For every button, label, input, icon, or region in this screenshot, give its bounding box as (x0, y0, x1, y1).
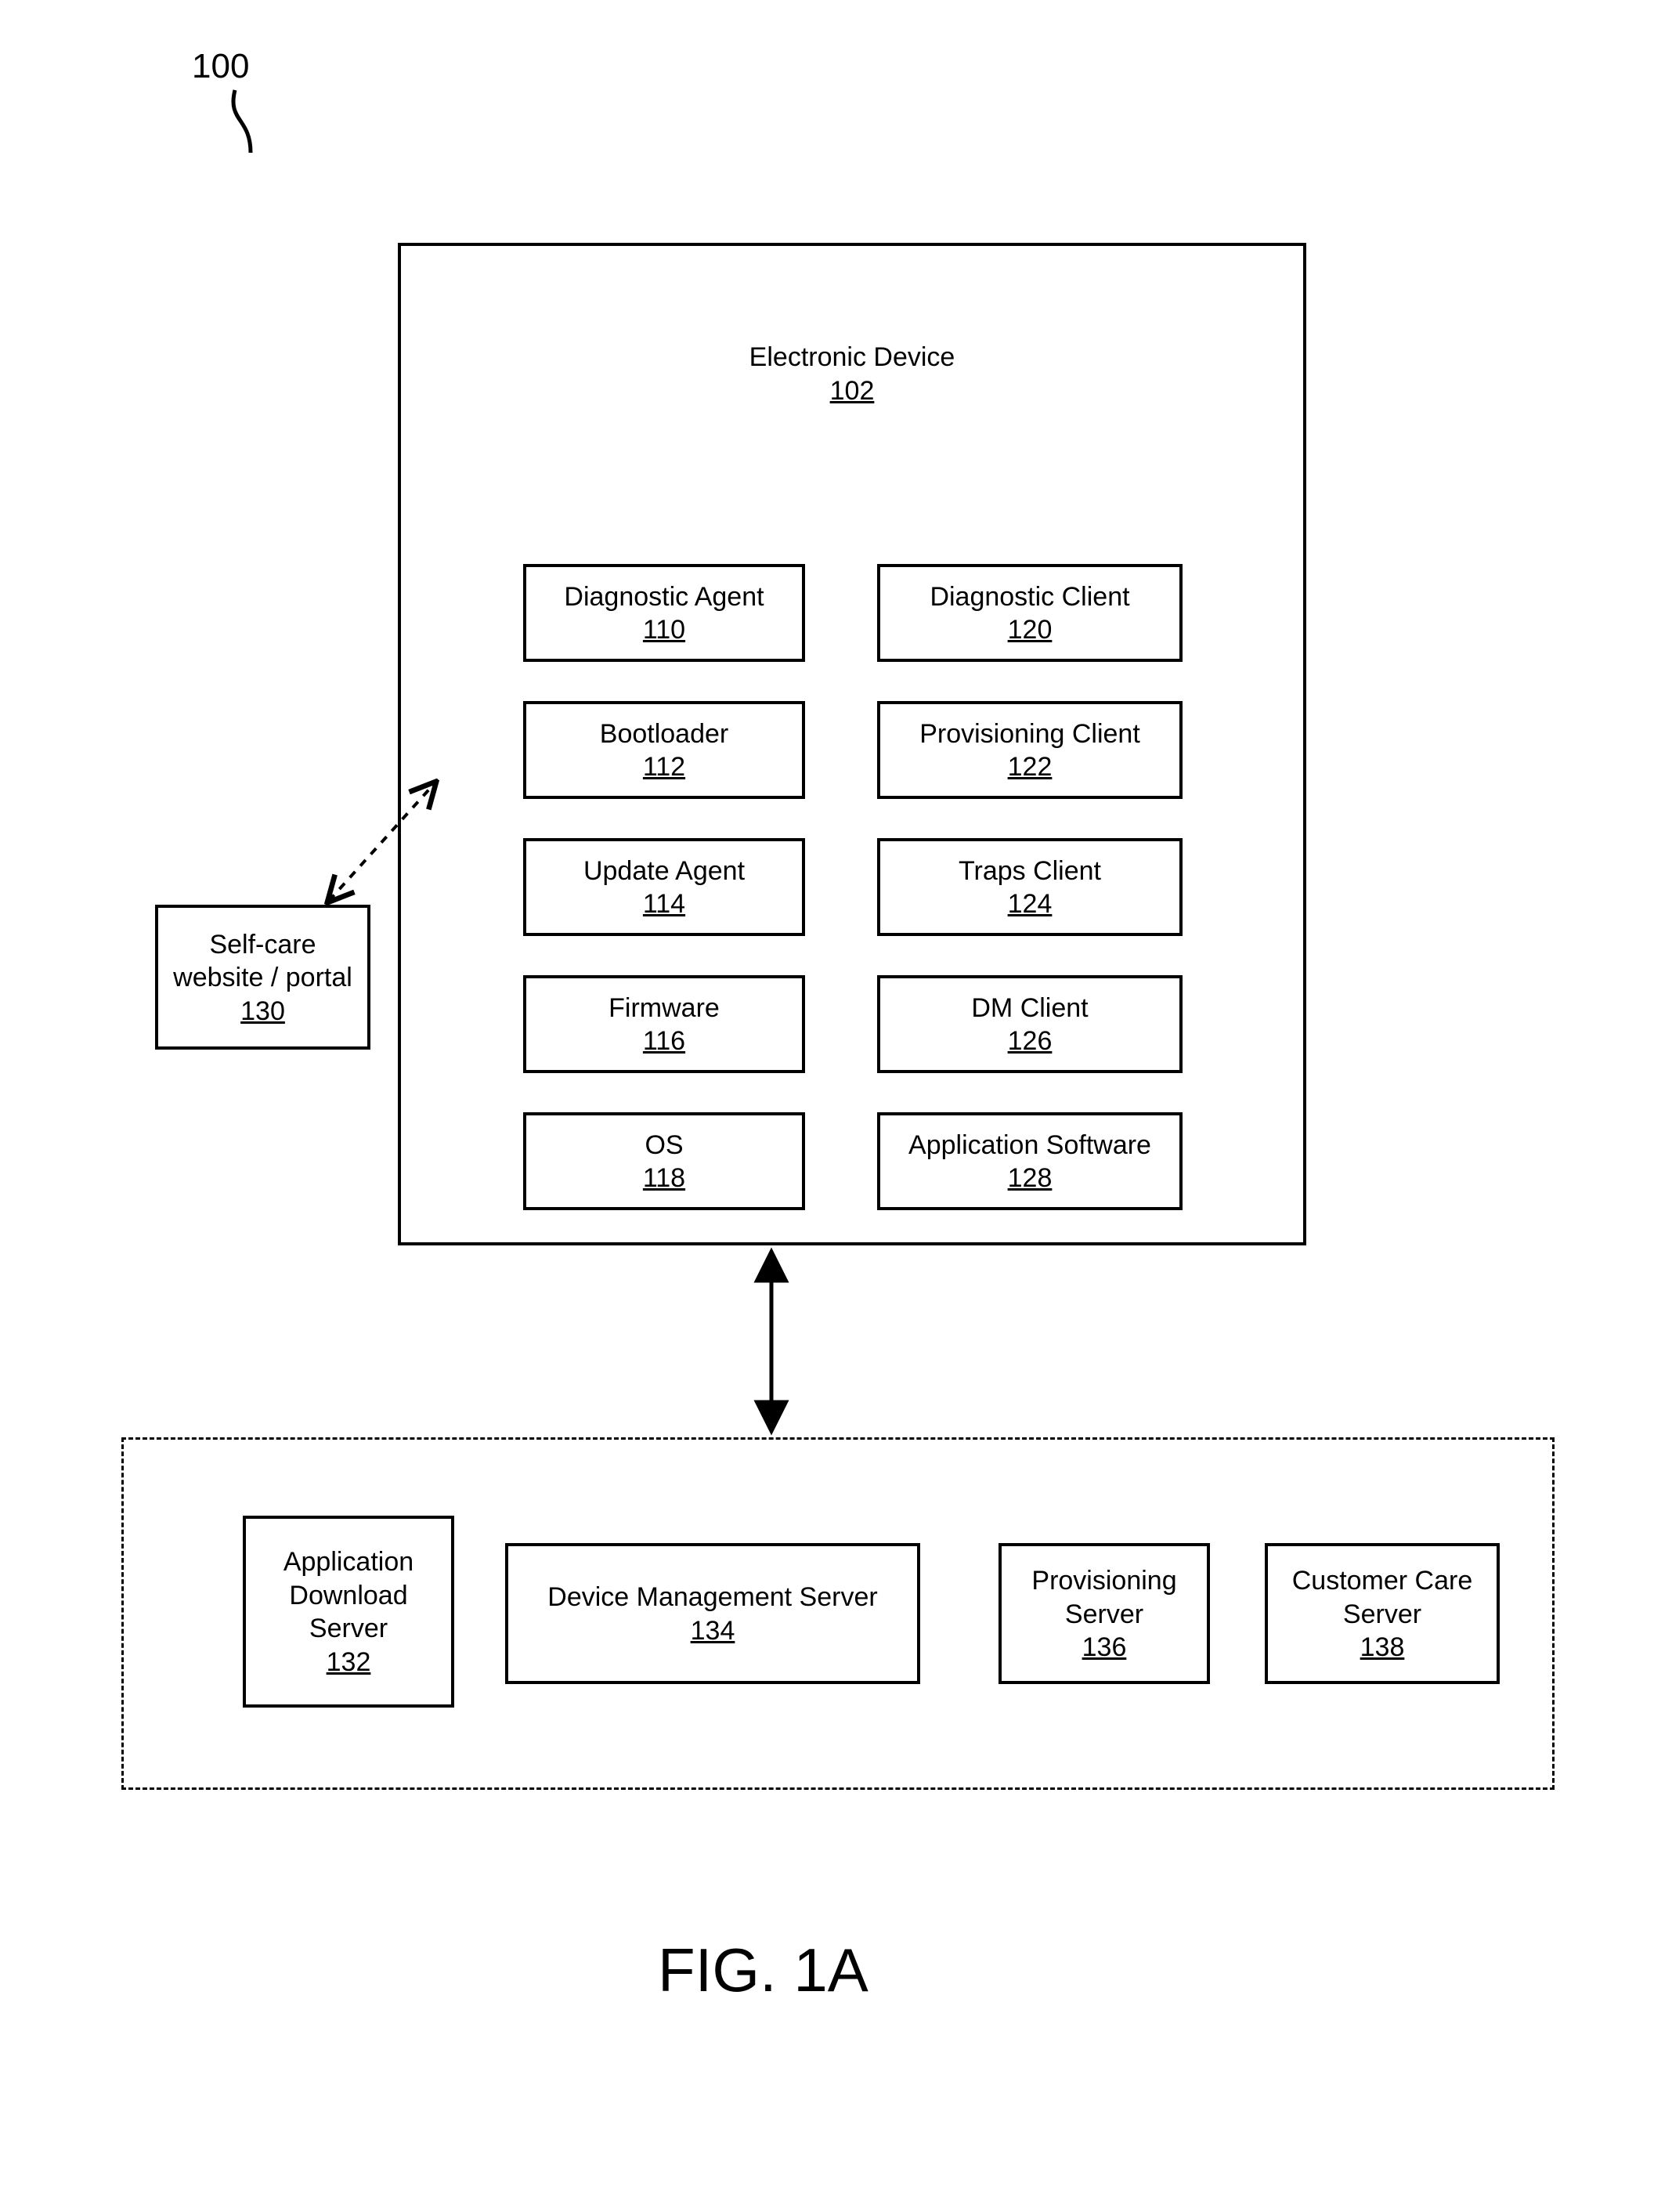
bootloader-num: 112 (643, 752, 685, 783)
device-management-server-box: Device Management Server 134 (505, 1543, 920, 1684)
device-management-server-num: 134 (691, 1616, 735, 1646)
update-agent-label: Update Agent (583, 855, 745, 888)
electronic-device-label: Electronic Device (398, 341, 1306, 374)
diagnostic-client-box: Diagnostic Client 120 (877, 564, 1183, 662)
provisioning-client-label: Provisioning Client (919, 717, 1140, 751)
figure-ref-number: 100 (192, 47, 249, 86)
application-software-label: Application Software (908, 1129, 1151, 1162)
provisioning-server-num: 136 (1082, 1632, 1127, 1663)
firmware-num: 116 (643, 1026, 685, 1057)
update-agent-box: Update Agent 114 (523, 838, 805, 936)
provisioning-server-box: Provisioning Server 136 (999, 1543, 1210, 1684)
diagnostic-client-num: 120 (1008, 615, 1053, 645)
diagnostic-client-label: Diagnostic Client (930, 580, 1129, 614)
diagnostic-agent-label: Diagnostic Agent (564, 580, 764, 614)
diagnostic-agent-box: Diagnostic Agent 110 (523, 564, 805, 662)
application-download-server-box: Application Download Server 132 (243, 1516, 454, 1708)
firmware-box: Firmware 116 (523, 975, 805, 1073)
application-software-box: Application Software 128 (877, 1112, 1183, 1210)
application-download-server-label: Application Download Server (246, 1545, 451, 1646)
electronic-device-title: Electronic Device 102 (398, 341, 1306, 407)
selfcare-portal-box: Self-care website / portal 130 (155, 905, 370, 1050)
bootloader-label: Bootloader (600, 717, 728, 751)
selfcare-portal-num: 130 (240, 996, 285, 1027)
bootloader-box: Bootloader 112 (523, 701, 805, 799)
diagram-canvas: 100 Electronic Device 102 Diagnostic Age… (0, 0, 1672, 2212)
update-agent-num: 114 (643, 889, 685, 920)
dm-client-label: DM Client (971, 992, 1088, 1025)
provisioning-server-label: Provisioning Server (1002, 1564, 1207, 1631)
traps-client-box: Traps Client 124 (877, 838, 1183, 936)
traps-client-label: Traps Client (959, 855, 1101, 888)
customer-care-server-num: 138 (1360, 1632, 1405, 1663)
provisioning-client-num: 122 (1008, 752, 1053, 783)
application-software-num: 128 (1008, 1163, 1053, 1194)
dm-client-num: 126 (1008, 1026, 1053, 1057)
os-label: OS (645, 1129, 683, 1162)
provisioning-client-box: Provisioning Client 122 (877, 701, 1183, 799)
selfcare-portal-label: Self-care website / portal (158, 928, 367, 995)
traps-client-num: 124 (1008, 889, 1053, 920)
figure-label: FIG. 1A (658, 1935, 869, 2006)
diagnostic-agent-num: 110 (643, 615, 685, 645)
application-download-server-num: 132 (327, 1647, 371, 1678)
dm-client-box: DM Client 126 (877, 975, 1183, 1073)
device-management-server-label: Device Management Server (547, 1581, 877, 1614)
customer-care-server-label: Customer Care Server (1268, 1564, 1497, 1631)
firmware-label: Firmware (608, 992, 720, 1025)
os-box: OS 118 (523, 1112, 805, 1210)
electronic-device-num: 102 (398, 376, 1306, 407)
customer-care-server-box: Customer Care Server 138 (1265, 1543, 1500, 1684)
os-num: 118 (643, 1163, 685, 1194)
